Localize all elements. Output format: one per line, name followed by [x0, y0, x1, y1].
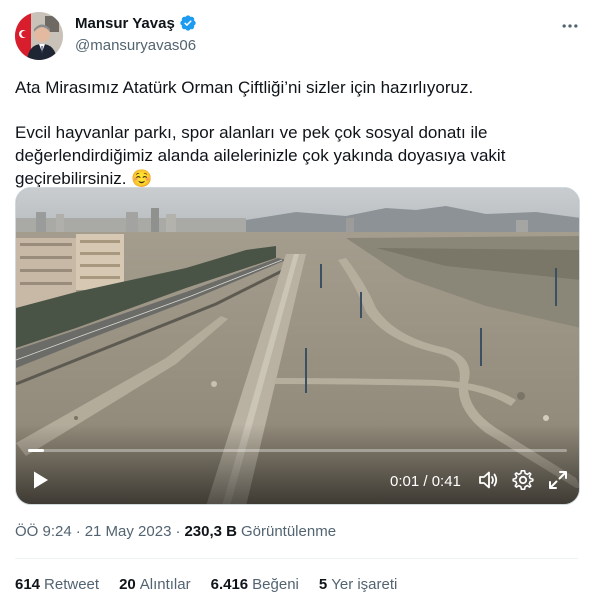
avatar[interactable] — [15, 12, 63, 60]
tweet-paragraph-1: Ata Mirasımız Atatürk Orman Çiftliği’ni … — [15, 78, 474, 97]
retweets-count: 614 — [15, 576, 41, 593]
tweet-date[interactable]: 21 May 2023 — [85, 523, 172, 540]
fullscreen-button[interactable] — [546, 468, 570, 492]
video-player[interactable]: 0:01 / 0:41 — [15, 187, 580, 505]
volume-button[interactable] — [476, 468, 500, 492]
more-options-button[interactable] — [558, 14, 582, 38]
volume-icon — [479, 471, 498, 489]
tweet-text: Ata Mirasımız Atatürk Orman Çiftliği’ni … — [15, 76, 575, 190]
author-handle[interactable]: @mansuryavas06 — [75, 37, 196, 54]
tweet-meta: ÖÖ 9:24 · 21 May 2023 · 230,3 B Görüntül… — [15, 523, 336, 540]
retweets-label: Retweet — [44, 576, 100, 593]
quotes-label: Alıntılar — [139, 576, 191, 593]
author-name-row: Mansur Yavaş — [75, 14, 197, 32]
quotes-stat[interactable]: 20 Alıntılar — [119, 576, 191, 593]
play-button[interactable] — [28, 468, 52, 492]
more-horizontal-icon — [562, 24, 578, 28]
video-time: 0:01 / 0:41 — [390, 473, 461, 490]
gear-icon — [512, 470, 534, 490]
bookmarks-label: Yer işareti — [331, 576, 398, 593]
tweet-stats: 614 Retweet 20 Alıntılar 6.416 Beğeni 5 … — [15, 576, 417, 593]
play-icon — [34, 471, 48, 489]
verified-badge-icon — [179, 14, 197, 32]
views-label: Görüntülenme — [240, 523, 337, 540]
tweet-paragraph-2-line-1: Evcil hayvanlar parkı, spor alanları ve … — [15, 123, 488, 142]
meta-separator: · — [75, 523, 81, 540]
tweet-paragraph-2-line-2: değerlendirdiğimiz alanda ailelerinizle … — [15, 146, 506, 165]
settings-button[interactable] — [511, 468, 535, 492]
bookmarks-stat[interactable]: 5 Yer işareti — [319, 576, 398, 593]
likes-label: Beğeni — [252, 576, 299, 593]
bookmarks-count: 5 — [318, 576, 328, 593]
video-progress-fill — [28, 449, 45, 452]
likes-count: 6.416 — [210, 576, 249, 593]
meta-separator: · — [175, 523, 181, 540]
divider — [15, 558, 578, 559]
tweet: Mansur Yavaş @mansuryavas06 Ata Mirasımı… — [0, 0, 593, 602]
tweet-time[interactable]: ÖÖ 9:24 — [15, 523, 72, 540]
quotes-count: 20 — [119, 576, 136, 593]
retweets-stat[interactable]: 614 Retweet — [15, 576, 99, 593]
likes-stat[interactable]: 6.416 Beğeni — [211, 576, 299, 593]
views-count: 230,3 B — [184, 523, 237, 540]
tweet-paragraph-2-line-3: geçirebilirsiniz. ☺️ — [15, 169, 153, 188]
tweet-paragraph-2: Evcil hayvanlar parkı, spor alanları ve … — [15, 121, 575, 190]
video-progress-bar[interactable] — [28, 449, 567, 452]
author-display-name[interactable]: Mansur Yavaş — [75, 15, 175, 32]
fullscreen-icon — [549, 471, 567, 489]
